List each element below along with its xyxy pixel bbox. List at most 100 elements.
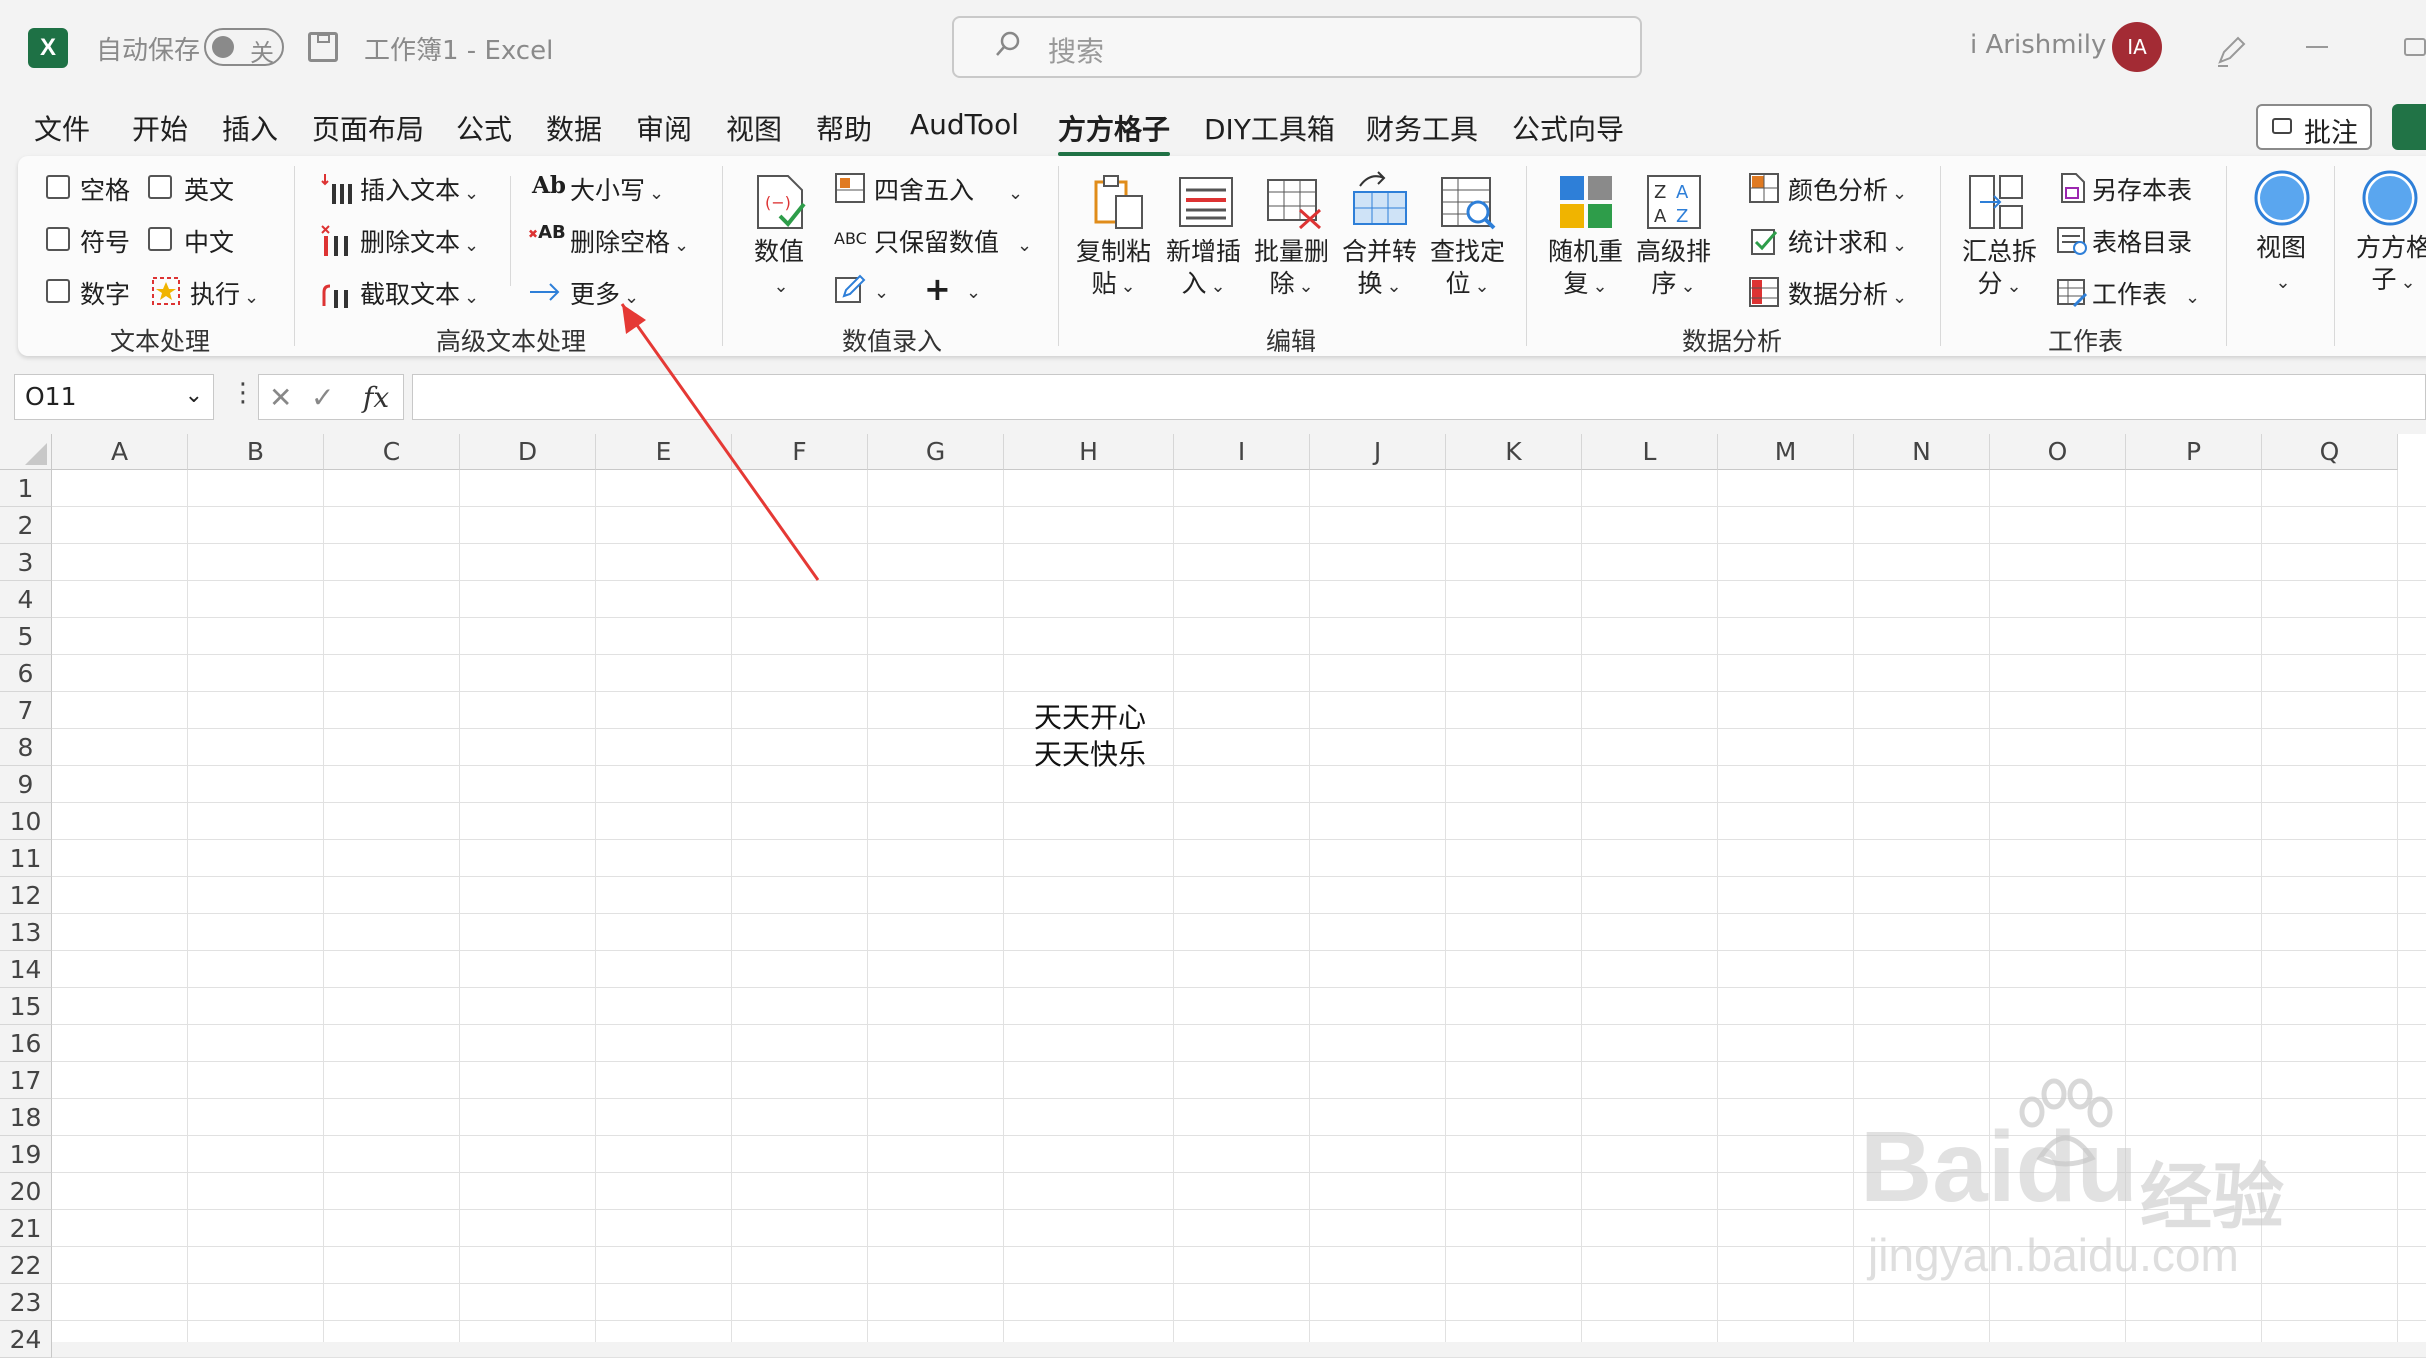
cell-h7[interactable]: 天天开心 <box>1034 696 1146 736</box>
merge-convert-button[interactable]: 合并转换 ⌄ <box>1342 236 1417 303</box>
user-name[interactable]: i Arishmily <box>1970 30 2106 60</box>
symbol-checkbox[interactable] <box>46 227 70 251</box>
insert-text-button[interactable]: 插入文本 ⌄ <box>360 171 479 207</box>
delete-text-button[interactable]: 删除文本 ⌄ <box>360 223 479 259</box>
number-checkbox[interactable] <box>46 279 70 303</box>
tab-formulas[interactable]: 公式 <box>456 108 512 148</box>
table-toc-button[interactable]: 表格目录 <box>2092 223 2192 259</box>
delete-space-button[interactable]: 删除空格 ⌄ <box>570 223 689 259</box>
column-header-i[interactable]: I <box>1174 434 1310 470</box>
avatar[interactable]: IA <box>2112 22 2162 72</box>
row-header-3[interactable]: 3 <box>0 544 52 581</box>
autosave-toggle[interactable]: 关 <box>204 28 284 67</box>
tab-help[interactable]: 帮助 <box>816 108 872 148</box>
extract-text-button[interactable]: 截取文本 ⌄ <box>360 275 479 311</box>
more-options-icon[interactable]: ⋮ <box>230 378 256 408</box>
column-header-j[interactable]: J <box>1310 434 1446 470</box>
row-header-24[interactable]: 24 <box>0 1321 52 1358</box>
column-header-l[interactable]: L <box>1582 434 1718 470</box>
random-duplicate-button[interactable]: 随机重复 ⌄ <box>1548 236 1623 303</box>
row-header-9[interactable]: 9 <box>0 766 52 803</box>
space-checkbox[interactable] <box>46 175 70 199</box>
column-header-a[interactable]: A <box>52 434 188 470</box>
color-analysis-button[interactable]: 颜色分析 ⌄ <box>1788 171 1907 207</box>
select-all-button[interactable] <box>0 434 52 470</box>
round-button[interactable]: 四舍五入 ⌄ <box>874 171 1023 207</box>
column-header-m[interactable]: M <box>1718 434 1854 470</box>
tab-view[interactable]: 视图 <box>726 108 782 148</box>
tab-data[interactable]: 数据 <box>546 108 602 148</box>
tab-page-layout[interactable]: 页面布局 <box>312 108 424 148</box>
minimize-icon[interactable] <box>2306 46 2328 48</box>
tab-diy-toolbox[interactable]: DIY工具箱 <box>1204 108 1335 148</box>
column-header-n[interactable]: N <box>1854 434 1990 470</box>
restore-icon[interactable] <box>2404 38 2426 56</box>
plus-button[interactable]: + <box>924 270 951 308</box>
copy-paste-button[interactable]: 复制粘贴 ⌄ <box>1076 236 1151 303</box>
case-button[interactable]: 大小写 ⌄ <box>570 171 664 207</box>
tab-ffgz[interactable]: 方方格子 <box>1058 108 1171 156</box>
advanced-sort-button[interactable]: 高级排序 ⌄ <box>1636 236 1711 303</box>
data-analysis-button[interactable]: 数据分析 ⌄ <box>1788 275 1907 311</box>
column-header-b[interactable]: B <box>188 434 324 470</box>
fx-icon[interactable]: fx <box>363 381 389 414</box>
row-header-4[interactable]: 4 <box>0 581 52 618</box>
column-header-p[interactable]: P <box>2126 434 2262 470</box>
column-header-c[interactable]: C <box>324 434 460 470</box>
row-header-8[interactable]: 8 <box>0 729 52 766</box>
column-header-d[interactable]: D <box>460 434 596 470</box>
row-header-5[interactable]: 5 <box>0 618 52 655</box>
name-box[interactable]: O11 ⌄ <box>14 374 214 420</box>
chinese-checkbox[interactable] <box>148 227 172 251</box>
tab-review[interactable]: 审阅 <box>636 108 692 148</box>
worksheet-button[interactable]: 工作表 ⌄ <box>2092 275 2200 311</box>
save-as-sheet-button[interactable]: 另存本表 <box>2092 171 2192 207</box>
edit-dropdown[interactable]: ⌄ <box>870 275 889 304</box>
column-header-o[interactable]: O <box>1990 434 2126 470</box>
keep-value-button[interactable]: 只保留数值 ⌄ <box>874 223 1032 259</box>
save-icon[interactable] <box>308 32 338 62</box>
plus-dropdown[interactable]: ⌄ <box>962 275 981 304</box>
row-header-20[interactable]: 20 <box>0 1173 52 1210</box>
column-header-q[interactable]: Q <box>2262 434 2398 470</box>
row-header-19[interactable]: 19 <box>0 1136 52 1173</box>
summary-split-button[interactable]: 汇总拆分 ⌄ <box>1962 236 2037 303</box>
share-button[interactable] <box>2392 104 2426 150</box>
column-header-h[interactable]: H <box>1004 434 1174 470</box>
view-button[interactable]: 视图 ⌄ <box>2256 232 2306 299</box>
cell-h8[interactable]: 天天快乐 <box>1034 733 1146 773</box>
column-header-g[interactable]: G <box>868 434 1004 470</box>
row-header-11[interactable]: 11 <box>0 840 52 877</box>
tab-insert[interactable]: 插入 <box>222 108 278 148</box>
ffgz-button[interactable]: 方方格子 ⌄ <box>2356 232 2426 299</box>
confirm-icon[interactable]: ✓ <box>311 381 334 414</box>
row-header-7[interactable]: 7 <box>0 692 52 729</box>
english-checkbox[interactable] <box>148 175 172 199</box>
row-header-1[interactable]: 1 <box>0 470 52 507</box>
row-header-14[interactable]: 14 <box>0 951 52 988</box>
row-header-13[interactable]: 13 <box>0 914 52 951</box>
row-header-2[interactable]: 2 <box>0 507 52 544</box>
batch-delete-button[interactable]: 批量删除 ⌄ <box>1254 236 1329 303</box>
cancel-icon[interactable]: ✕ <box>269 381 292 414</box>
tab-formula-wizard[interactable]: 公式向导 <box>1512 108 1624 148</box>
row-header-18[interactable]: 18 <box>0 1099 52 1136</box>
pen-icon[interactable] <box>2212 30 2252 70</box>
excel-logo-icon[interactable]: X <box>28 28 68 68</box>
new-insert-button[interactable]: 新增插入 ⌄ <box>1166 236 1241 303</box>
column-header-k[interactable]: K <box>1446 434 1582 470</box>
tab-home[interactable]: 开始 <box>132 108 188 148</box>
row-header-15[interactable]: 15 <box>0 988 52 1025</box>
stat-sum-button[interactable]: 统计求和 ⌄ <box>1788 223 1907 259</box>
row-header-6[interactable]: 6 <box>0 655 52 692</box>
execute-button[interactable]: 执行 ⌄ <box>190 275 259 311</box>
row-header-23[interactable]: 23 <box>0 1284 52 1321</box>
row-header-10[interactable]: 10 <box>0 803 52 840</box>
tab-finance-tools[interactable]: 财务工具 <box>1366 108 1478 148</box>
find-locate-button[interactable]: 查找定位 ⌄ <box>1430 236 1505 303</box>
row-header-16[interactable]: 16 <box>0 1025 52 1062</box>
row-header-17[interactable]: 17 <box>0 1062 52 1099</box>
comment-button[interactable]: 批注 <box>2256 104 2372 150</box>
row-header-22[interactable]: 22 <box>0 1247 52 1284</box>
row-header-12[interactable]: 12 <box>0 877 52 914</box>
